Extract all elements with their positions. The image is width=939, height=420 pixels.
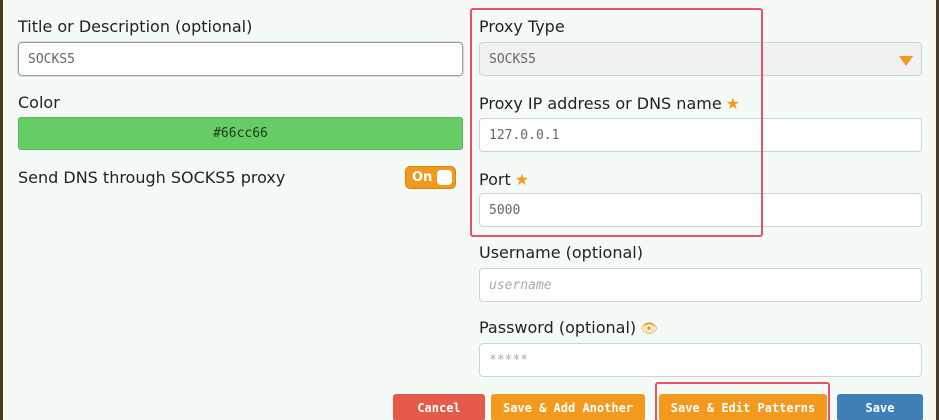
ip-input[interactable]: 127.0.0.1	[479, 118, 922, 152]
color-picker[interactable]: #66cc66	[18, 117, 463, 150]
port-input[interactable]: 5000	[479, 193, 922, 227]
dns-label: Send DNS through SOCKS5 proxy	[18, 168, 286, 187]
title-label: Title or Description (optional)	[18, 17, 253, 36]
eye-icon[interactable]: 👁	[640, 321, 658, 337]
ip-label-text: Proxy IP address or DNS name	[479, 94, 722, 113]
save-add-another-button[interactable]: Save & Add Another	[491, 394, 645, 420]
username-label: Username (optional)	[479, 243, 643, 262]
proxy-type-value: SOCKS5	[489, 51, 536, 67]
dns-toggle-text: On	[412, 170, 433, 185]
username-input[interactable]: username	[479, 268, 922, 302]
save-button[interactable]: Save	[837, 394, 923, 420]
cancel-button[interactable]: Cancel	[393, 394, 485, 420]
password-label: Password (optional) 👁	[479, 318, 658, 337]
save-edit-patterns-button[interactable]: Save & Edit Patterns	[659, 394, 827, 420]
toggle-knob	[437, 170, 452, 185]
star-icon: ★	[725, 94, 741, 113]
password-label-text: Password (optional)	[479, 318, 637, 337]
ip-label: Proxy IP address or DNS name ★	[479, 94, 740, 113]
title-input[interactable]: SOCKS5	[18, 42, 463, 76]
dns-toggle[interactable]: On	[405, 166, 456, 189]
star-icon: ★	[514, 170, 530, 189]
password-input[interactable]: *****	[479, 343, 922, 377]
proxy-type-label: Proxy Type	[479, 17, 565, 36]
port-label: Port ★	[479, 170, 529, 189]
port-label-text: Port	[479, 170, 511, 189]
color-label: Color	[18, 93, 60, 112]
proxy-edit-panel: Title or Description (optional) SOCKS5 C…	[3, 0, 936, 420]
caret-down-icon	[899, 56, 913, 66]
proxy-type-select[interactable]: SOCKS5	[479, 42, 922, 76]
